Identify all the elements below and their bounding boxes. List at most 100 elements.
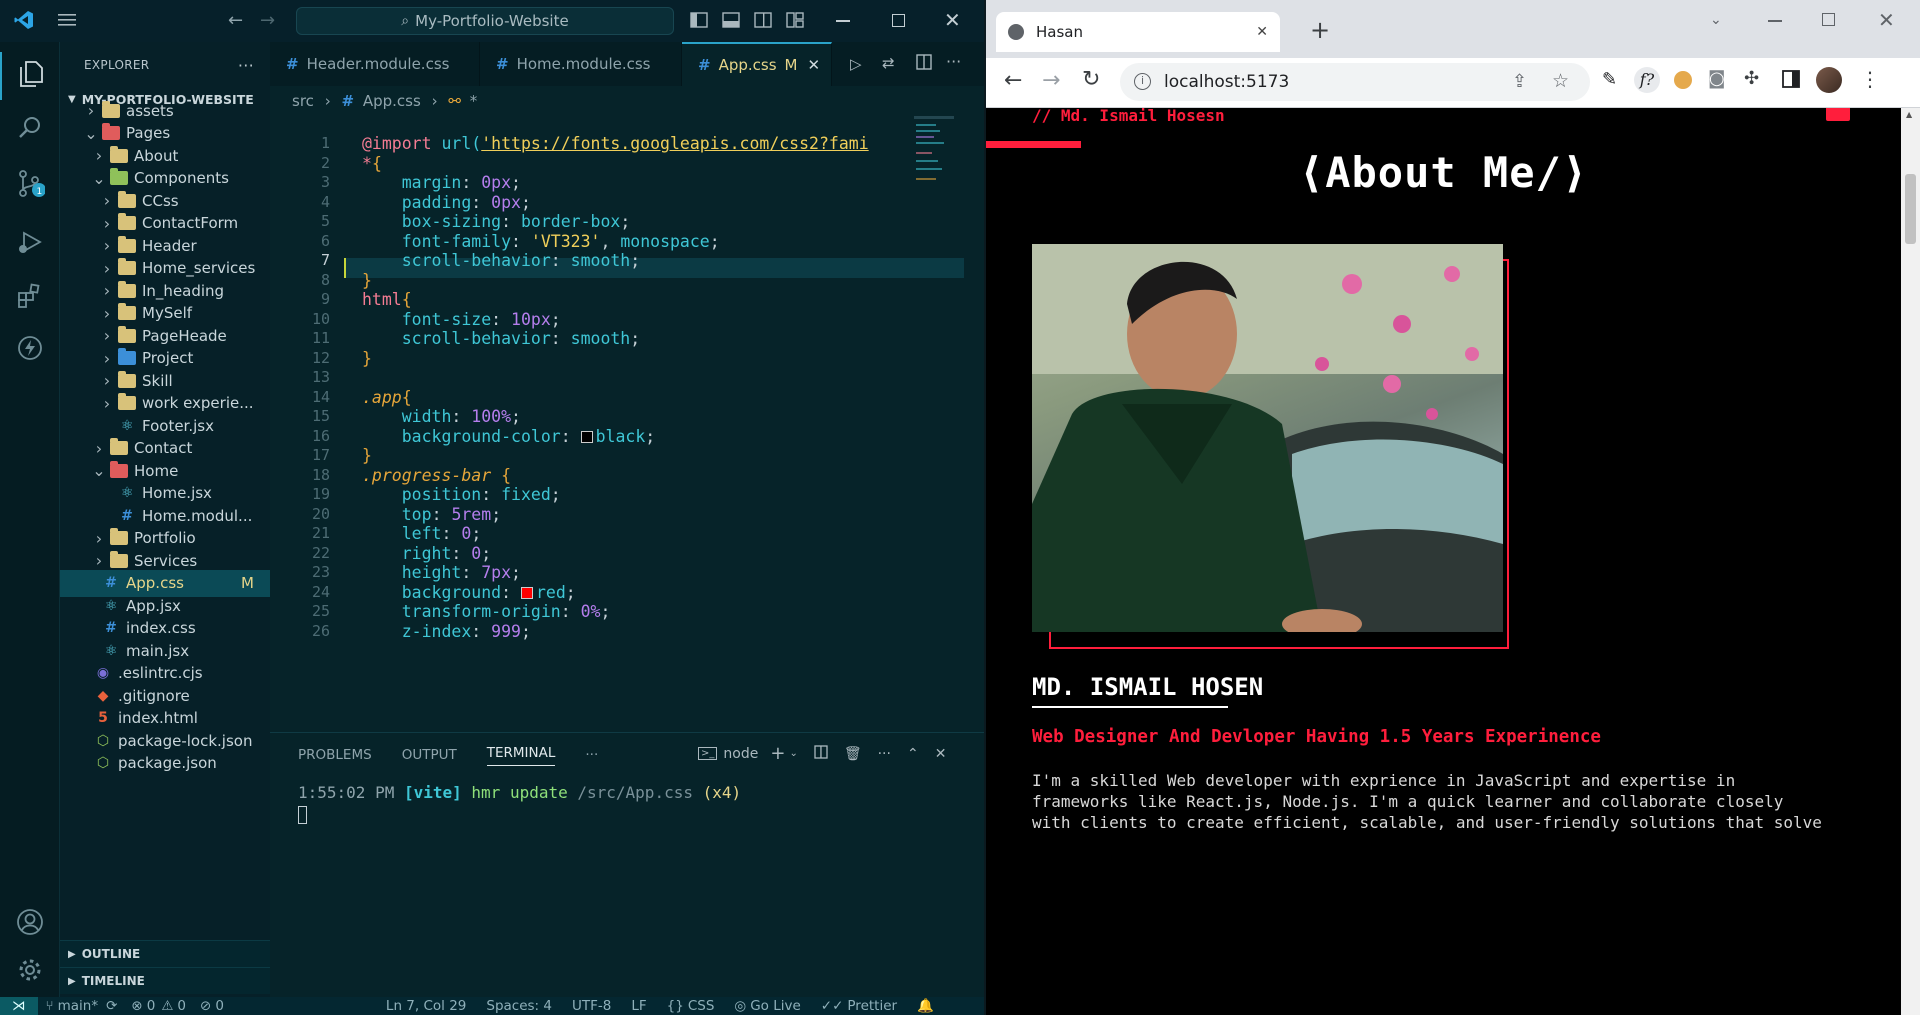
new-terminal-icon[interactable]: + <box>770 743 785 764</box>
tree-item[interactable]: ⬡ package.json <box>60 750 270 777</box>
browser-tab[interactable]: Hasan ✕ <box>996 12 1280 52</box>
activity-run-debug[interactable] <box>0 220 60 268</box>
tab-header-module-css[interactable]: # Header.module.css <box>270 42 480 86</box>
maximize-icon[interactable] <box>892 14 905 27</box>
minimap[interactable] <box>912 112 964 202</box>
close-icon[interactable]: ✕ <box>1878 8 1895 32</box>
maximize-icon[interactable] <box>1822 13 1835 26</box>
more-actions-icon[interactable]: ··· <box>585 747 598 763</box>
status-golive[interactable]: Go Live <box>750 998 801 1014</box>
maximize-panel-icon[interactable]: ⌃ <box>907 746 919 762</box>
toggle-sidebar-icon[interactable] <box>690 12 708 32</box>
run-icon[interactable]: ▷ <box>850 55 862 73</box>
tab-home-module-css[interactable]: # Home.module.css <box>480 42 682 86</box>
close-tab-icon[interactable]: ✕ <box>1256 24 1268 40</box>
cookie-extension-icon[interactable] <box>1674 71 1692 89</box>
browser-toolbar: ← → ↻ i localhost:5173 ⇪ ☆ ✎ f? ◙ ✣ ⋮ <box>986 58 1920 108</box>
tab-terminal[interactable]: TERMINAL <box>486 745 556 766</box>
menu-icon[interactable] <box>58 12 76 32</box>
status-errors[interactable]: 0 <box>147 998 156 1014</box>
status-ports[interactable]: 0 <box>215 998 224 1014</box>
tree-item-label: App.jsx <box>126 596 181 615</box>
breadcrumb-file[interactable]: App.css <box>363 92 421 110</box>
sync-icon[interactable]: ⟳ <box>106 998 117 1014</box>
eyedropper-extension-icon[interactable]: ✎ <box>1602 69 1617 90</box>
activity-extensions[interactable] <box>0 274 60 322</box>
code-editor[interactable]: 1 2 3 4 5 6 7 8 9 10 11 12 13 14 15 16 17 18 19 20 21 22 23 24 2… <box>270 112 984 732</box>
tab-search-icon[interactable]: ⌄ <box>1710 12 1722 28</box>
terminal-output[interactable]: 1:55:02 PM [vite] hmr update /src/App.cs… <box>298 783 741 828</box>
camera-extension-icon[interactable]: ◙ <box>1708 68 1725 89</box>
scroll-thumb[interactable] <box>1905 174 1916 244</box>
compare-icon[interactable]: ⇄ <box>882 54 895 72</box>
terminal-icon: >_ <box>698 747 718 760</box>
top-label[interactable]: // Md. Ismail Hosesn <box>1032 108 1225 125</box>
line-number: 19 <box>311 485 330 503</box>
scroll-up-icon[interactable]: ▲ <box>1906 110 1912 119</box>
reload-icon[interactable]: ↻ <box>1082 67 1100 92</box>
chevron-right-icon: › <box>103 348 111 368</box>
activity-search[interactable] <box>0 106 60 154</box>
forward-arrow-icon[interactable]: → <box>260 10 275 31</box>
toggle-secondary-sidebar-icon[interactable] <box>754 12 772 32</box>
status-encoding[interactable]: UTF-8 <box>572 998 611 1014</box>
bell-icon[interactable]: 🔔 <box>917 998 934 1014</box>
share-icon[interactable]: ⇪ <box>1512 71 1527 92</box>
more-actions-icon[interactable]: ··· <box>238 56 254 75</box>
toggle-panel-icon[interactable] <box>722 12 740 32</box>
tab-app-css[interactable]: # App.css M ✕ <box>682 42 832 86</box>
close-panel-icon[interactable]: ✕ <box>935 746 947 762</box>
activity-explorer[interactable] <box>0 52 60 100</box>
back-arrow-icon[interactable]: ← <box>1004 68 1022 93</box>
more-actions-icon[interactable]: ··· <box>946 52 961 71</box>
chevron-down-icon[interactable]: ⌄ <box>789 748 797 759</box>
breadcrumb-symbol[interactable]: * <box>470 92 478 110</box>
close-icon[interactable]: ✕ <box>944 8 961 32</box>
status-branch[interactable]: main* <box>58 998 98 1014</box>
tree-item-label: Services <box>134 551 198 570</box>
close-tab-icon[interactable]: ✕ <box>807 56 820 74</box>
timeline-section[interactable]: ▶ TIMELINE <box>60 967 270 994</box>
trash-icon[interactable]: 🗑 <box>844 746 862 762</box>
new-tab-icon[interactable]: + <box>1310 16 1330 44</box>
customize-layout-icon[interactable] <box>786 12 804 32</box>
avatar[interactable] <box>1816 67 1842 93</box>
folder-icon[interactable] <box>1826 108 1850 121</box>
font-extension-icon[interactable]: f? <box>1634 67 1660 93</box>
tab-output[interactable]: OUTPUT <box>402 747 457 763</box>
outline-section[interactable]: ▶ OUTLINE <box>60 940 270 967</box>
status-prettier[interactable]: Prettier <box>847 998 897 1014</box>
puzzle-icon[interactable]: ✣ <box>1744 68 1759 89</box>
status-language[interactable]: CSS <box>688 998 715 1014</box>
command-center-search[interactable]: ⌕ My-Portfolio-Website <box>296 7 674 35</box>
minimize-icon[interactable] <box>1768 20 1782 22</box>
activity-bar: 1 <box>0 42 60 997</box>
chevron-right-icon: › <box>103 213 111 233</box>
status-warnings[interactable]: 0 <box>177 998 186 1014</box>
star-icon[interactable]: ☆ <box>1552 70 1569 92</box>
status-position[interactable]: Ln 7, Col 29 <box>386 998 466 1014</box>
terminal-shell-name[interactable]: node <box>723 746 758 762</box>
back-arrow-icon[interactable]: ← <box>228 10 243 31</box>
address-bar[interactable]: i localhost:5173 ⇪ ☆ <box>1120 63 1590 101</box>
more-actions-icon[interactable]: ··· <box>878 746 891 762</box>
split-editor-icon[interactable] <box>916 54 932 74</box>
forward-arrow-icon[interactable]: → <box>1042 68 1060 93</box>
remote-icon[interactable]: ⋊ <box>0 997 38 1015</box>
line-number: 20 <box>311 504 330 523</box>
tab-problems[interactable]: PROBLEMS <box>298 747 372 763</box>
activity-manage[interactable] <box>0 948 60 996</box>
minimize-icon[interactable] <box>836 20 850 22</box>
activity-accounts[interactable] <box>0 900 60 948</box>
page-scrollbar[interactable]: ▲ <box>1901 108 1920 1015</box>
side-panel-icon[interactable] <box>1782 70 1800 92</box>
activity-thunder[interactable] <box>0 326 60 374</box>
status-eol[interactable]: LF <box>631 998 646 1014</box>
editor-area: # Header.module.css # Home.module.css # App… <box>270 42 984 732</box>
check-icon: ✓✓ <box>820 998 844 1014</box>
activity-source-control[interactable]: 1 <box>0 162 60 210</box>
status-spaces[interactable]: Spaces: 4 <box>486 998 552 1014</box>
split-terminal-icon[interactable] <box>814 744 828 763</box>
breadcrumb-folder[interactable]: src <box>292 92 314 110</box>
kebab-menu-icon[interactable]: ⋮ <box>1860 67 1880 91</box>
